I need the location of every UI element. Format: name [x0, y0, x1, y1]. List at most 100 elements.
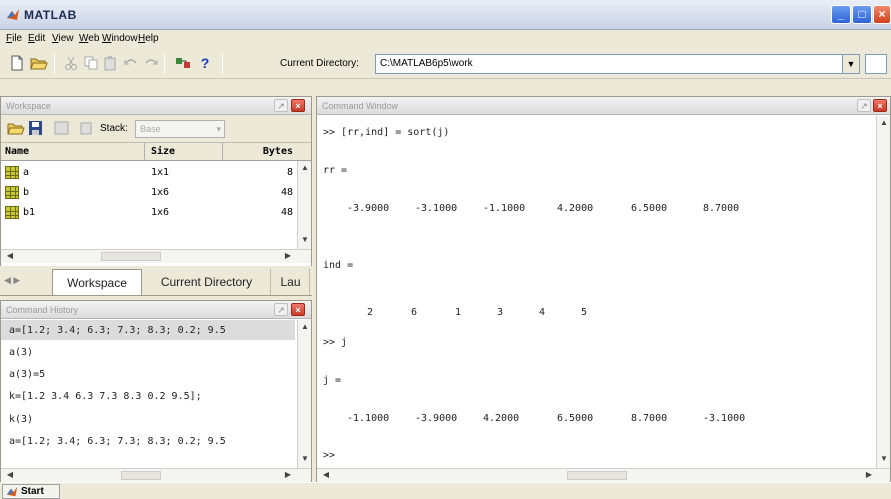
- open-folder-icon[interactable]: [7, 120, 25, 136]
- close-panel-icon[interactable]: ×: [291, 303, 305, 316]
- scroll-right-icon[interactable]: ▶: [281, 251, 295, 260]
- command-window-panel[interactable]: Command Window ↗ × >> [rr,ind] = sort(j)…: [316, 96, 891, 482]
- scroll-thumb[interactable]: [121, 471, 161, 480]
- redo-icon[interactable]: [142, 55, 160, 71]
- column-header-bytes[interactable]: Bytes: [263, 146, 293, 157]
- menu-view[interactable]: View: [52, 33, 74, 44]
- maximize-button[interactable]: □: [852, 5, 872, 24]
- scroll-left-icon[interactable]: ◀: [3, 470, 17, 479]
- undock-icon[interactable]: ↗: [857, 99, 871, 112]
- close-button[interactable]: ×: [873, 5, 891, 24]
- output-value: 3: [497, 307, 504, 318]
- variable-size: 1x1: [151, 167, 170, 178]
- output-label: j =: [323, 375, 342, 386]
- undock-icon[interactable]: ↗: [274, 303, 288, 316]
- scroll-left-icon[interactable]: ◀: [3, 251, 17, 260]
- workspace-tabs: ◀ ▶ Workspace Current Directory Lau: [0, 266, 312, 296]
- variable-size: 1x6: [151, 207, 170, 218]
- menu-web[interactable]: Web: [79, 33, 99, 44]
- toolbar: ? Current Directory: C:\MATLAB6p5\work ▼: [0, 49, 891, 79]
- scroll-right-icon[interactable]: ▶: [862, 470, 876, 479]
- output-value: -3.9000: [347, 203, 390, 214]
- menu-window[interactable]: Window: [102, 33, 138, 44]
- horizontal-scrollbar[interactable]: ◀ ▶: [1, 468, 311, 482]
- simulink-icon[interactable]: [174, 55, 192, 71]
- vertical-scrollbar[interactable]: ▲ ▼: [876, 116, 890, 468]
- variable-name: a: [23, 167, 30, 178]
- paste-icon[interactable]: [102, 55, 120, 71]
- scroll-up-icon[interactable]: ▲: [298, 163, 312, 172]
- vertical-scrollbar[interactable]: ▲ ▼: [297, 320, 311, 468]
- scroll-down-icon[interactable]: ▼: [298, 454, 312, 463]
- undo-icon[interactable]: [122, 55, 140, 71]
- history-entry[interactable]: a(3)=5: [9, 369, 45, 380]
- open-folder-icon[interactable]: [30, 55, 48, 71]
- stack-label: Stack:: [100, 123, 128, 134]
- tab-scroll-left-icon[interactable]: ◀ ▶: [4, 275, 20, 286]
- history-entry[interactable]: a=[1.2; 3.4; 6.3; 7.3; 8.3; 0.2; 9.5: [9, 436, 226, 447]
- table-row[interactable]: b 1x6 48: [1, 183, 297, 203]
- browse-directory-button[interactable]: [865, 54, 887, 74]
- scroll-down-icon[interactable]: ▼: [877, 454, 891, 463]
- close-panel-icon[interactable]: ×: [291, 99, 305, 112]
- output-value: 6.5000: [557, 413, 594, 424]
- command-prompt-line: >> j: [323, 337, 348, 348]
- variable-bytes: 48: [280, 207, 293, 218]
- table-row[interactable]: b1 1x6 48: [1, 203, 297, 223]
- vertical-scrollbar[interactable]: ▲ ▼: [297, 161, 311, 249]
- menu-help[interactable]: Help: [138, 33, 159, 44]
- command-history-panel: Command History ↗ × a=[1.2; 3.4; 6.3; 7.…: [0, 300, 312, 482]
- menu-file[interactable]: File: [6, 33, 22, 44]
- scroll-thumb[interactable]: [101, 252, 161, 261]
- array-editor-icon[interactable]: [53, 120, 71, 136]
- history-entry[interactable]: a=[1.2; 3.4; 6.3; 7.3; 8.3; 0.2; 9.5: [9, 325, 226, 336]
- output-value: -3.1000: [415, 203, 458, 214]
- column-header-size[interactable]: Size: [151, 146, 175, 157]
- horizontal-scrollbar[interactable]: ◀ ▶: [1, 249, 311, 263]
- command-prompt-line: >> [rr,ind] = sort(j): [323, 127, 450, 138]
- menu-edit[interactable]: Edit: [28, 33, 45, 44]
- output-value: 6: [411, 307, 418, 318]
- output-value: 5: [581, 307, 588, 318]
- scroll-left-icon[interactable]: ◀: [319, 470, 333, 479]
- command-prompt[interactable]: >>: [323, 450, 335, 461]
- save-icon[interactable]: [27, 120, 45, 136]
- stack-select[interactable]: Base ▾: [135, 120, 225, 138]
- scroll-up-icon[interactable]: ▲: [877, 118, 891, 127]
- tab-current-directory[interactable]: Current Directory: [143, 269, 271, 295]
- tab-launch-pad[interactable]: Lau: [272, 269, 310, 295]
- variable-name: b1: [23, 207, 36, 218]
- help-icon[interactable]: ?: [196, 55, 214, 71]
- column-header-name[interactable]: Name: [5, 146, 29, 157]
- history-entry[interactable]: k=[1.2 3.4 6.3 7.3 8.3 0.2 9.5];: [9, 391, 202, 402]
- current-directory-input[interactable]: C:\MATLAB6p5\work: [375, 54, 843, 74]
- start-label: Start: [21, 486, 44, 497]
- output-value: 8.7000: [631, 413, 668, 424]
- current-directory-dropdown-icon[interactable]: ▼: [843, 54, 860, 74]
- history-entry[interactable]: k(3): [9, 414, 33, 425]
- scroll-thumb[interactable]: [567, 471, 627, 480]
- matrix-icon: [5, 186, 19, 199]
- cut-icon[interactable]: [62, 55, 80, 71]
- matrix-icon: [5, 166, 19, 179]
- stack-select-value: Base: [140, 124, 161, 134]
- undock-icon[interactable]: ↗: [274, 99, 288, 112]
- output-value: 4: [539, 307, 546, 318]
- output-value: 6.5000: [631, 203, 668, 214]
- scroll-down-icon[interactable]: ▼: [298, 235, 312, 244]
- minimize-button[interactable]: _: [831, 5, 851, 24]
- horizontal-scrollbar[interactable]: ◀ ▶: [317, 468, 890, 482]
- tab-workspace[interactable]: Workspace: [52, 269, 142, 295]
- scroll-right-icon[interactable]: ▶: [281, 470, 295, 479]
- close-panel-icon[interactable]: ×: [873, 99, 887, 112]
- delete-icon[interactable]: [77, 120, 95, 136]
- workspace-title: Workspace: [1, 97, 311, 115]
- copy-icon[interactable]: [82, 55, 100, 71]
- scroll-up-icon[interactable]: ▲: [298, 322, 312, 331]
- table-row[interactable]: a 1x1 8: [1, 163, 297, 183]
- output-label: rr =: [323, 165, 348, 176]
- history-entry[interactable]: a(3): [9, 347, 33, 358]
- command-window-title: Command Window: [317, 97, 890, 115]
- new-file-icon[interactable]: [8, 55, 26, 71]
- start-button[interactable]: Start: [2, 484, 60, 499]
